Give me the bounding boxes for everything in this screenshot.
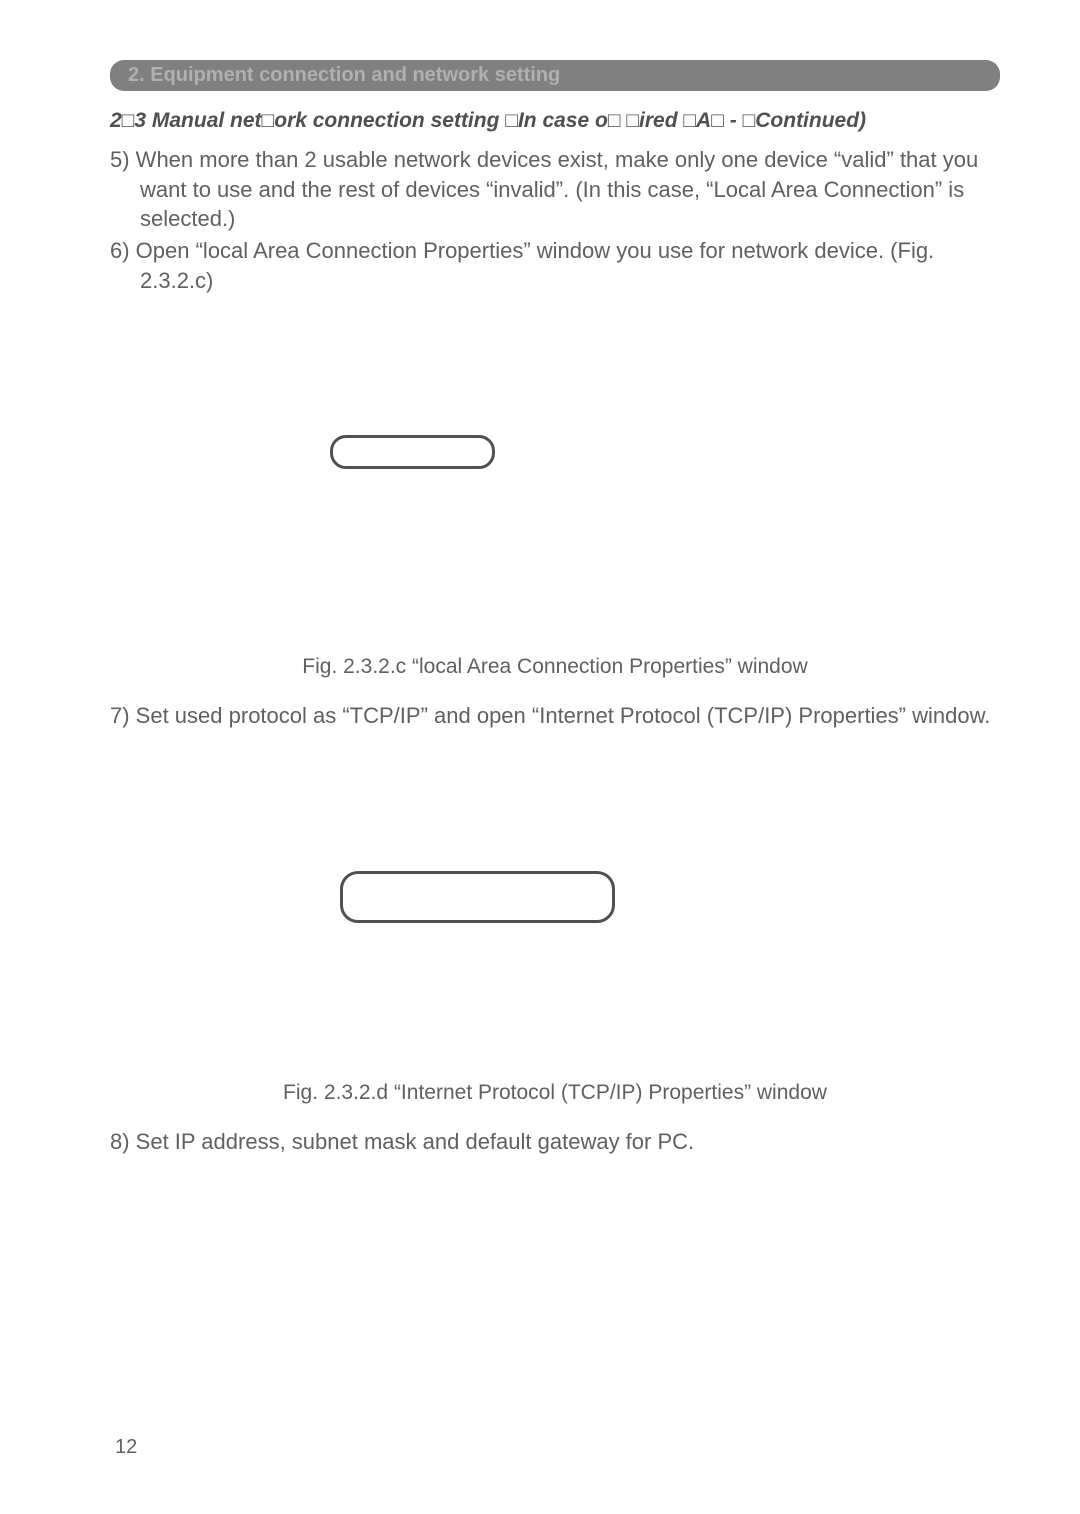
subsection-title: 2□3 Manual net□ork connection setting □I… bbox=[110, 109, 1000, 133]
figure-2-area bbox=[110, 761, 1000, 1071]
figure-2-highlight-box bbox=[340, 871, 615, 923]
page-content: 2. Equipment connection and network sett… bbox=[0, 0, 1080, 1199]
step-7-text: 7) Set used protocol as “TCP/IP” and ope… bbox=[110, 701, 1000, 731]
step-8-text: 8) Set IP address, subnet mask and defau… bbox=[110, 1127, 1000, 1157]
figure-1-area bbox=[110, 335, 1000, 645]
page-number: 12 bbox=[115, 1436, 137, 1459]
section-header-bar: 2. Equipment connection and network sett… bbox=[110, 60, 1000, 91]
step-5-text: 5) When more than 2 usable network devic… bbox=[110, 145, 1000, 234]
figure-1-highlight-box bbox=[330, 435, 495, 469]
step-6-text: 6) Open “local Area Connection Propertie… bbox=[110, 236, 1000, 295]
figure-2-caption: Fig. 2.3.2.d “Internet Protocol (TCP/IP)… bbox=[110, 1081, 1000, 1105]
figure-1-caption: Fig. 2.3.2.c “local Area Connection Prop… bbox=[110, 655, 1000, 679]
section-header-text: 2. Equipment connection and network sett… bbox=[128, 64, 560, 86]
